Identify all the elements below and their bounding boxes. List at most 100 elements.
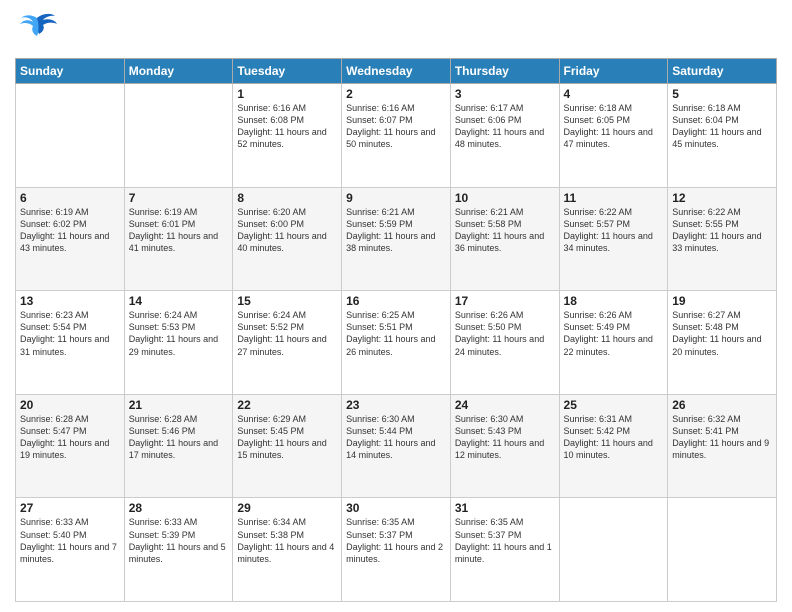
- day-cell-3-1: 21Sunrise: 6:28 AMSunset: 5:46 PMDayligh…: [124, 394, 233, 498]
- day-cell-4-0: 27Sunrise: 6:33 AMSunset: 5:40 PMDayligh…: [16, 498, 125, 602]
- day-cell-0-2: 1Sunrise: 6:16 AMSunset: 6:08 PMDaylight…: [233, 84, 342, 188]
- day-cell-2-6: 19Sunrise: 6:27 AMSunset: 5:48 PMDayligh…: [668, 291, 777, 395]
- general-blue-logo-icon: [15, 10, 59, 50]
- day-cell-3-3: 23Sunrise: 6:30 AMSunset: 5:44 PMDayligh…: [342, 394, 451, 498]
- day-info: Sunrise: 6:27 AMSunset: 5:48 PMDaylight:…: [672, 309, 772, 358]
- day-info: Sunrise: 6:19 AMSunset: 6:02 PMDaylight:…: [20, 206, 120, 255]
- day-number: 18: [564, 294, 664, 308]
- day-number: 24: [455, 398, 555, 412]
- week-row-1: 1Sunrise: 6:16 AMSunset: 6:08 PMDaylight…: [16, 84, 777, 188]
- day-number: 1: [237, 87, 337, 101]
- day-info: Sunrise: 6:28 AMSunset: 5:47 PMDaylight:…: [20, 413, 120, 462]
- day-info: Sunrise: 6:35 AMSunset: 5:37 PMDaylight:…: [346, 516, 446, 565]
- day-cell-1-1: 7Sunrise: 6:19 AMSunset: 6:01 PMDaylight…: [124, 187, 233, 291]
- day-number: 10: [455, 191, 555, 205]
- day-info: Sunrise: 6:24 AMSunset: 5:52 PMDaylight:…: [237, 309, 337, 358]
- week-row-2: 6Sunrise: 6:19 AMSunset: 6:02 PMDaylight…: [16, 187, 777, 291]
- day-number: 13: [20, 294, 120, 308]
- day-info: Sunrise: 6:34 AMSunset: 5:38 PMDaylight:…: [237, 516, 337, 565]
- day-info: Sunrise: 6:33 AMSunset: 5:39 PMDaylight:…: [129, 516, 229, 565]
- day-info: Sunrise: 6:31 AMSunset: 5:42 PMDaylight:…: [564, 413, 664, 462]
- day-cell-0-3: 2Sunrise: 6:16 AMSunset: 6:07 PMDaylight…: [342, 84, 451, 188]
- day-cell-2-0: 13Sunrise: 6:23 AMSunset: 5:54 PMDayligh…: [16, 291, 125, 395]
- week-row-4: 20Sunrise: 6:28 AMSunset: 5:47 PMDayligh…: [16, 394, 777, 498]
- day-number: 25: [564, 398, 664, 412]
- week-row-3: 13Sunrise: 6:23 AMSunset: 5:54 PMDayligh…: [16, 291, 777, 395]
- th-tuesday: Tuesday: [233, 59, 342, 84]
- weekday-header-row: Sunday Monday Tuesday Wednesday Thursday…: [16, 59, 777, 84]
- day-info: Sunrise: 6:22 AMSunset: 5:55 PMDaylight:…: [672, 206, 772, 255]
- day-cell-3-0: 20Sunrise: 6:28 AMSunset: 5:47 PMDayligh…: [16, 394, 125, 498]
- day-info: Sunrise: 6:32 AMSunset: 5:41 PMDaylight:…: [672, 413, 772, 462]
- day-number: 23: [346, 398, 446, 412]
- day-number: 15: [237, 294, 337, 308]
- day-cell-1-5: 11Sunrise: 6:22 AMSunset: 5:57 PMDayligh…: [559, 187, 668, 291]
- th-thursday: Thursday: [450, 59, 559, 84]
- day-number: 8: [237, 191, 337, 205]
- day-cell-0-5: 4Sunrise: 6:18 AMSunset: 6:05 PMDaylight…: [559, 84, 668, 188]
- day-cell-1-3: 9Sunrise: 6:21 AMSunset: 5:59 PMDaylight…: [342, 187, 451, 291]
- day-info: Sunrise: 6:21 AMSunset: 5:59 PMDaylight:…: [346, 206, 446, 255]
- day-info: Sunrise: 6:19 AMSunset: 6:01 PMDaylight:…: [129, 206, 229, 255]
- day-info: Sunrise: 6:33 AMSunset: 5:40 PMDaylight:…: [20, 516, 120, 565]
- th-friday: Friday: [559, 59, 668, 84]
- day-cell-2-5: 18Sunrise: 6:26 AMSunset: 5:49 PMDayligh…: [559, 291, 668, 395]
- day-cell-1-2: 8Sunrise: 6:20 AMSunset: 6:00 PMDaylight…: [233, 187, 342, 291]
- day-number: 11: [564, 191, 664, 205]
- logo: [15, 10, 63, 50]
- day-cell-4-2: 29Sunrise: 6:34 AMSunset: 5:38 PMDayligh…: [233, 498, 342, 602]
- day-number: 6: [20, 191, 120, 205]
- day-info: Sunrise: 6:30 AMSunset: 5:44 PMDaylight:…: [346, 413, 446, 462]
- day-number: 14: [129, 294, 229, 308]
- day-info: Sunrise: 6:26 AMSunset: 5:50 PMDaylight:…: [455, 309, 555, 358]
- day-number: 19: [672, 294, 772, 308]
- day-number: 31: [455, 501, 555, 515]
- day-cell-2-4: 17Sunrise: 6:26 AMSunset: 5:50 PMDayligh…: [450, 291, 559, 395]
- day-info: Sunrise: 6:20 AMSunset: 6:00 PMDaylight:…: [237, 206, 337, 255]
- day-cell-1-0: 6Sunrise: 6:19 AMSunset: 6:02 PMDaylight…: [16, 187, 125, 291]
- th-sunday: Sunday: [16, 59, 125, 84]
- th-saturday: Saturday: [668, 59, 777, 84]
- day-info: Sunrise: 6:25 AMSunset: 5:51 PMDaylight:…: [346, 309, 446, 358]
- day-cell-0-1: [124, 84, 233, 188]
- day-number: 29: [237, 501, 337, 515]
- day-cell-2-2: 15Sunrise: 6:24 AMSunset: 5:52 PMDayligh…: [233, 291, 342, 395]
- day-info: Sunrise: 6:17 AMSunset: 6:06 PMDaylight:…: [455, 102, 555, 151]
- day-number: 30: [346, 501, 446, 515]
- day-cell-3-2: 22Sunrise: 6:29 AMSunset: 5:45 PMDayligh…: [233, 394, 342, 498]
- day-info: Sunrise: 6:23 AMSunset: 5:54 PMDaylight:…: [20, 309, 120, 358]
- day-number: 21: [129, 398, 229, 412]
- day-info: Sunrise: 6:24 AMSunset: 5:53 PMDaylight:…: [129, 309, 229, 358]
- day-info: Sunrise: 6:26 AMSunset: 5:49 PMDaylight:…: [564, 309, 664, 358]
- day-cell-1-4: 10Sunrise: 6:21 AMSunset: 5:58 PMDayligh…: [450, 187, 559, 291]
- day-number: 7: [129, 191, 229, 205]
- day-number: 5: [672, 87, 772, 101]
- day-cell-1-6: 12Sunrise: 6:22 AMSunset: 5:55 PMDayligh…: [668, 187, 777, 291]
- day-number: 4: [564, 87, 664, 101]
- day-info: Sunrise: 6:18 AMSunset: 6:05 PMDaylight:…: [564, 102, 664, 151]
- day-cell-2-3: 16Sunrise: 6:25 AMSunset: 5:51 PMDayligh…: [342, 291, 451, 395]
- calendar-table: Sunday Monday Tuesday Wednesday Thursday…: [15, 58, 777, 602]
- day-cell-4-1: 28Sunrise: 6:33 AMSunset: 5:39 PMDayligh…: [124, 498, 233, 602]
- day-info: Sunrise: 6:21 AMSunset: 5:58 PMDaylight:…: [455, 206, 555, 255]
- day-cell-0-6: 5Sunrise: 6:18 AMSunset: 6:04 PMDaylight…: [668, 84, 777, 188]
- day-number: 3: [455, 87, 555, 101]
- day-number: 9: [346, 191, 446, 205]
- day-cell-4-4: 31Sunrise: 6:35 AMSunset: 5:37 PMDayligh…: [450, 498, 559, 602]
- day-number: 26: [672, 398, 772, 412]
- day-info: Sunrise: 6:18 AMSunset: 6:04 PMDaylight:…: [672, 102, 772, 151]
- day-number: 12: [672, 191, 772, 205]
- day-cell-4-6: [668, 498, 777, 602]
- day-cell-4-3: 30Sunrise: 6:35 AMSunset: 5:37 PMDayligh…: [342, 498, 451, 602]
- day-info: Sunrise: 6:35 AMSunset: 5:37 PMDaylight:…: [455, 516, 555, 565]
- day-cell-3-5: 25Sunrise: 6:31 AMSunset: 5:42 PMDayligh…: [559, 394, 668, 498]
- day-number: 16: [346, 294, 446, 308]
- day-number: 22: [237, 398, 337, 412]
- day-number: 20: [20, 398, 120, 412]
- day-info: Sunrise: 6:16 AMSunset: 6:08 PMDaylight:…: [237, 102, 337, 151]
- th-wednesday: Wednesday: [342, 59, 451, 84]
- day-info: Sunrise: 6:16 AMSunset: 6:07 PMDaylight:…: [346, 102, 446, 151]
- day-number: 27: [20, 501, 120, 515]
- day-info: Sunrise: 6:29 AMSunset: 5:45 PMDaylight:…: [237, 413, 337, 462]
- day-number: 17: [455, 294, 555, 308]
